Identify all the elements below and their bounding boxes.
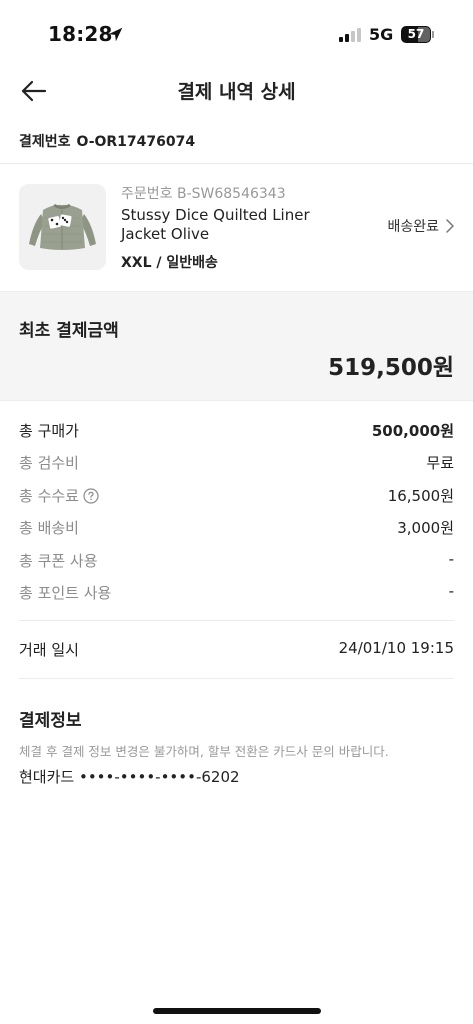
location-arrow-icon <box>108 27 123 42</box>
initial-amount-label: 최초 결제금액 <box>19 321 119 341</box>
breakdown-row: 총 검수비 무료 <box>0 446 473 478</box>
breakdown-row: 총 수수료 16,500원 <box>0 479 473 511</box>
payment-number: 결제번호 O-OR17476074 <box>19 131 195 151</box>
breakdown-value: - <box>448 581 454 600</box>
chevron-right-icon <box>446 219 454 233</box>
help-question-icon[interactable] <box>83 488 99 504</box>
trade-date-label: 거래 일시 <box>19 641 79 659</box>
delivery-status-link[interactable]: 배송완료 <box>387 216 454 236</box>
product-option: XXL / 일반배송 <box>121 255 218 271</box>
breakdown-value: 16,500원 <box>387 486 454 505</box>
divider <box>19 620 454 621</box>
breakdown-value: 무료 <box>426 454 454 473</box>
breakdown-label: 총 쿠폰 사용 <box>19 551 98 570</box>
product-image <box>19 184 106 270</box>
breakdown-row: 총 쿠폰 사용 - <box>0 544 473 576</box>
breakdown-label: 총 수수료 <box>19 486 79 505</box>
trade-date-row: 거래 일시 24/01/10 19:15 <box>0 638 473 662</box>
initial-amount-value: 519,500원 <box>328 355 454 381</box>
divider <box>19 678 454 679</box>
nav-bar: 결제 내역 상세 <box>0 62 473 120</box>
breakdown-row: 총 구매가 500,000원 <box>0 414 473 446</box>
network-label: 5G <box>369 25 394 44</box>
breakdown-label-wrap: 총 수수료 <box>19 485 99 506</box>
status-bar: 18:28 5G 57 <box>0 0 473 62</box>
breakdown-value: 3,000원 <box>397 519 454 538</box>
payment-number-label: 결제번호 <box>19 134 71 150</box>
breakdown-row: 총 포인트 사용 - <box>0 576 473 608</box>
product-name: Stussy Dice Quilted Liner Jacket Olive <box>121 206 310 243</box>
breakdown-label: 총 배송비 <box>19 519 79 538</box>
status-time: 18:28 <box>48 22 113 46</box>
breakdown-label: 총 구매가 <box>19 422 79 440</box>
delivery-status-label: 배송완료 <box>387 219 439 235</box>
home-indicator[interactable] <box>153 1008 321 1014</box>
payment-info-title: 결제정보 <box>19 711 82 731</box>
card-info: 현대카드 ••••-••••-••••-6202 <box>19 768 240 786</box>
order-number: 주문번호 B-SW68546343 <box>121 186 286 202</box>
payment-info-note: 체결 후 결제 정보 변경은 불가하며, 할부 전환은 카드사 문의 바랍니다. <box>19 744 389 759</box>
breakdown-value: 500,000원 <box>371 422 454 440</box>
breakdown-label: 총 검수비 <box>19 454 79 473</box>
initial-amount-section: 최초 결제금액 519,500원 <box>0 291 473 401</box>
product-card[interactable]: 주문번호 B-SW68546343 Stussy Dice Quilted Li… <box>0 164 473 290</box>
page-title: 결제 내역 상세 <box>177 81 296 103</box>
breakdown-value: - <box>448 549 454 568</box>
price-breakdown: 총 구매가 500,000원 총 검수비 무료 총 수수료 16,500원 총 … <box>0 414 473 608</box>
payment-number-value: O-OR17476074 <box>76 134 196 150</box>
trade-date-value: 24/01/10 19:15 <box>338 639 454 657</box>
breakdown-row: 총 배송비 3,000원 <box>0 511 473 543</box>
breakdown-label: 총 포인트 사용 <box>19 583 112 602</box>
battery-icon: 57 <box>401 26 434 43</box>
signal-bars-icon <box>339 28 361 42</box>
battery-level: 57 <box>407 27 425 41</box>
